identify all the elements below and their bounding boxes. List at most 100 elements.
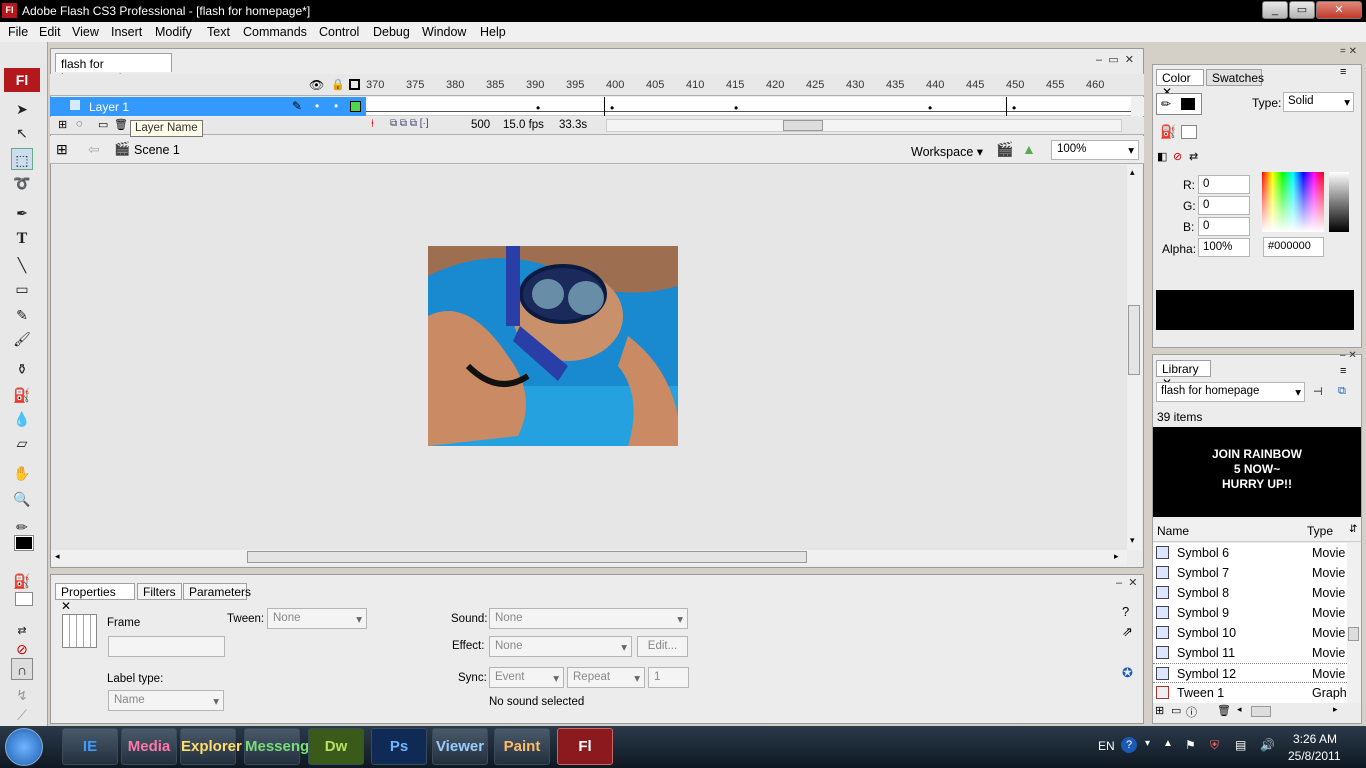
menu-help[interactable]: Help [480,25,506,39]
list-item[interactable]: Symbol 9 Movie [1153,603,1361,623]
timeline-hscroll[interactable] [606,119,1122,132]
sort-icon[interactable]: ⇵ [1349,524,1357,535]
menu-file[interactable]: File [8,25,28,39]
tween-select[interactable]: None [267,608,367,629]
scroll-left-icon[interactable]: ◂ [55,551,60,562]
timeline-scroll-thumb[interactable] [783,120,823,131]
ie-taskbar-button[interactable]: IE [62,728,118,765]
text-tool-icon[interactable]: T [11,228,33,250]
list-item[interactable]: Symbol 7 Movie [1153,563,1361,583]
sync-repeat-select[interactable]: Repeat [567,667,645,688]
library-controls[interactable]: – ✕ [1340,350,1357,361]
new-folder-icon[interactable]: ▭ [1171,704,1181,717]
props-panel-controls[interactable]: – ✕ [1116,576,1137,589]
pin-icon[interactable]: ⊣ [1313,385,1323,398]
menu-window[interactable]: Window [422,25,466,39]
show-hidden-icons[interactable]: ▲ [1163,738,1173,749]
eye-icon[interactable]: 👁 [309,78,324,92]
zoom-tool-icon[interactable]: 🔍 [11,488,33,510]
paint-taskbar-button[interactable]: Paint [494,728,550,765]
fill-color-swatch[interactable] [15,592,33,606]
edit-button[interactable]: Edit... [637,636,688,657]
tab-properties[interactable]: Properties ✕ [55,583,135,613]
menu-debug[interactable]: Debug [373,25,410,39]
timeline-vscroll[interactable] [1131,97,1144,116]
help-icon[interactable]: ? [1122,604,1129,619]
snorkel-photo[interactable] [428,246,678,446]
timeline-ruler[interactable]: 370 375 380 385 390 395 400 405 410 415 … [366,74,1131,96]
panel-menu-icon[interactable]: ≡ [1340,66,1346,78]
tab-filters[interactable]: Filters [137,583,182,600]
layer-name[interactable]: Layer 1 [89,100,129,114]
messenger-taskbar-button[interactable]: Messenger [244,728,323,765]
scroll-right-icon[interactable]: ▸ [1333,704,1338,715]
security-icon[interactable]: ⛨ [1210,738,1219,753]
flag-icon[interactable]: ⚑ [1185,738,1196,752]
photo-viewer-taskbar-button[interactable]: Viewer [432,728,488,765]
repeat-count-input[interactable]: 1 [648,667,689,688]
list-item[interactable]: Tween 1 Graph [1153,683,1361,703]
list-item[interactable]: Symbol 12 Movie [1153,663,1361,683]
tray-options-icon[interactable]: ▾ [1145,738,1150,749]
list-item[interactable]: Symbol 11 Movie [1153,643,1361,663]
close-button[interactable]: ✕ [1316,1,1362,19]
library-hscroll-thumb[interactable] [1251,706,1271,717]
rectangle-tool-icon[interactable]: ▭ [11,278,33,300]
clock-time[interactable]: 3:26 AM [1293,732,1337,746]
menu-insert[interactable]: Insert [111,25,142,39]
hex-input[interactable]: #000000 [1263,237,1324,257]
stroke-color-swatch[interactable] [14,535,34,551]
tab-color[interactable]: Color ✕ [1156,69,1204,99]
outline-color-icon[interactable] [350,101,361,112]
folder-icon[interactable]: ▭ [98,118,108,131]
doc-window-controls[interactable]: – ▭ ✕ [1096,53,1134,66]
library-scroll-thumb[interactable] [1348,627,1359,641]
flash-taskbar-button[interactable]: Fl [557,728,613,765]
fill-color-icon[interactable]: ⛽ [11,570,33,592]
color-spectrum[interactable] [1262,172,1324,232]
visible-dot-icon[interactable]: • [315,99,319,113]
col-name[interactable]: Name [1157,524,1189,538]
layer-row[interactable]: Layer 1 ✎ • • [50,97,366,116]
stage-hscroll[interactable]: ◂ ▸ [51,550,1127,565]
add-layer-icon[interactable]: ⊞ [58,118,67,131]
volume-icon[interactable]: 🔊 [1260,738,1275,752]
new-symbol-icon[interactable]: ⊞ [1155,704,1164,717]
timeline-toggle-icon[interactable]: ⊞ [56,141,68,158]
pen-tool-icon[interactable]: ✒ [11,202,33,224]
maximize-button[interactable]: ▭ [1289,1,1315,19]
minimize-button[interactable]: _ [1262,1,1288,19]
back-arrow-icon[interactable]: ⇦ [88,141,100,158]
document-tab[interactable]: flash for homepage* ✕ [55,53,172,85]
free-transform-tool-icon[interactable]: ⬚ [11,148,33,170]
scroll-left-icon[interactable]: ◂ [1237,704,1242,715]
edit-symbols-icon[interactable]: ▲ [1022,141,1036,157]
lasso-tool-icon[interactable]: ➰ [11,172,33,194]
properties-icon[interactable]: ⓘ [1186,704,1197,720]
library-doc-select[interactable]: flash for homepage ▾ [1156,382,1305,402]
no-color-icon[interactable]: ⊘ [11,638,33,660]
lock-dot-icon[interactable]: • [334,99,338,113]
frame-name-input[interactable] [108,636,225,657]
frame-rate[interactable]: 15.0 fps [503,119,544,131]
menu-view[interactable]: View [72,25,99,39]
scroll-up-icon[interactable]: ▴ [1130,167,1135,178]
workspace-menu[interactable]: Workspace ▾ [911,144,983,159]
list-item[interactable]: Symbol 6 Movie [1153,543,1361,563]
code-hint-icon[interactable]: ⇗ [1122,624,1133,640]
panel-menu-icon[interactable]: ≡ [1340,365,1346,377]
photoshop-taskbar-button[interactable]: Ps [371,728,427,765]
menu-text[interactable]: Text [207,25,230,39]
scroll-down-icon[interactable]: ▾ [1130,535,1135,546]
center-frame-icon[interactable]: ⧉ ⧉ ⧉ [·] [390,118,429,129]
brush-tool-icon[interactable]: 🖌 [11,328,33,350]
explorer-taskbar-button[interactable]: Explorer [180,728,242,765]
subselection-tool-icon[interactable]: ↖ [11,122,33,144]
paint-bucket-tool-icon[interactable]: ⛽ [11,384,33,406]
tab-library[interactable]: Library ✕ [1156,360,1211,390]
sync-event-select[interactable]: Event [489,667,564,688]
start-button[interactable] [5,728,43,766]
dreamweaver-taskbar-button[interactable]: Dw [308,728,364,765]
dock-controls[interactable]: = ✕ [1340,46,1357,57]
tab-swatches[interactable]: Swatches [1206,69,1264,86]
